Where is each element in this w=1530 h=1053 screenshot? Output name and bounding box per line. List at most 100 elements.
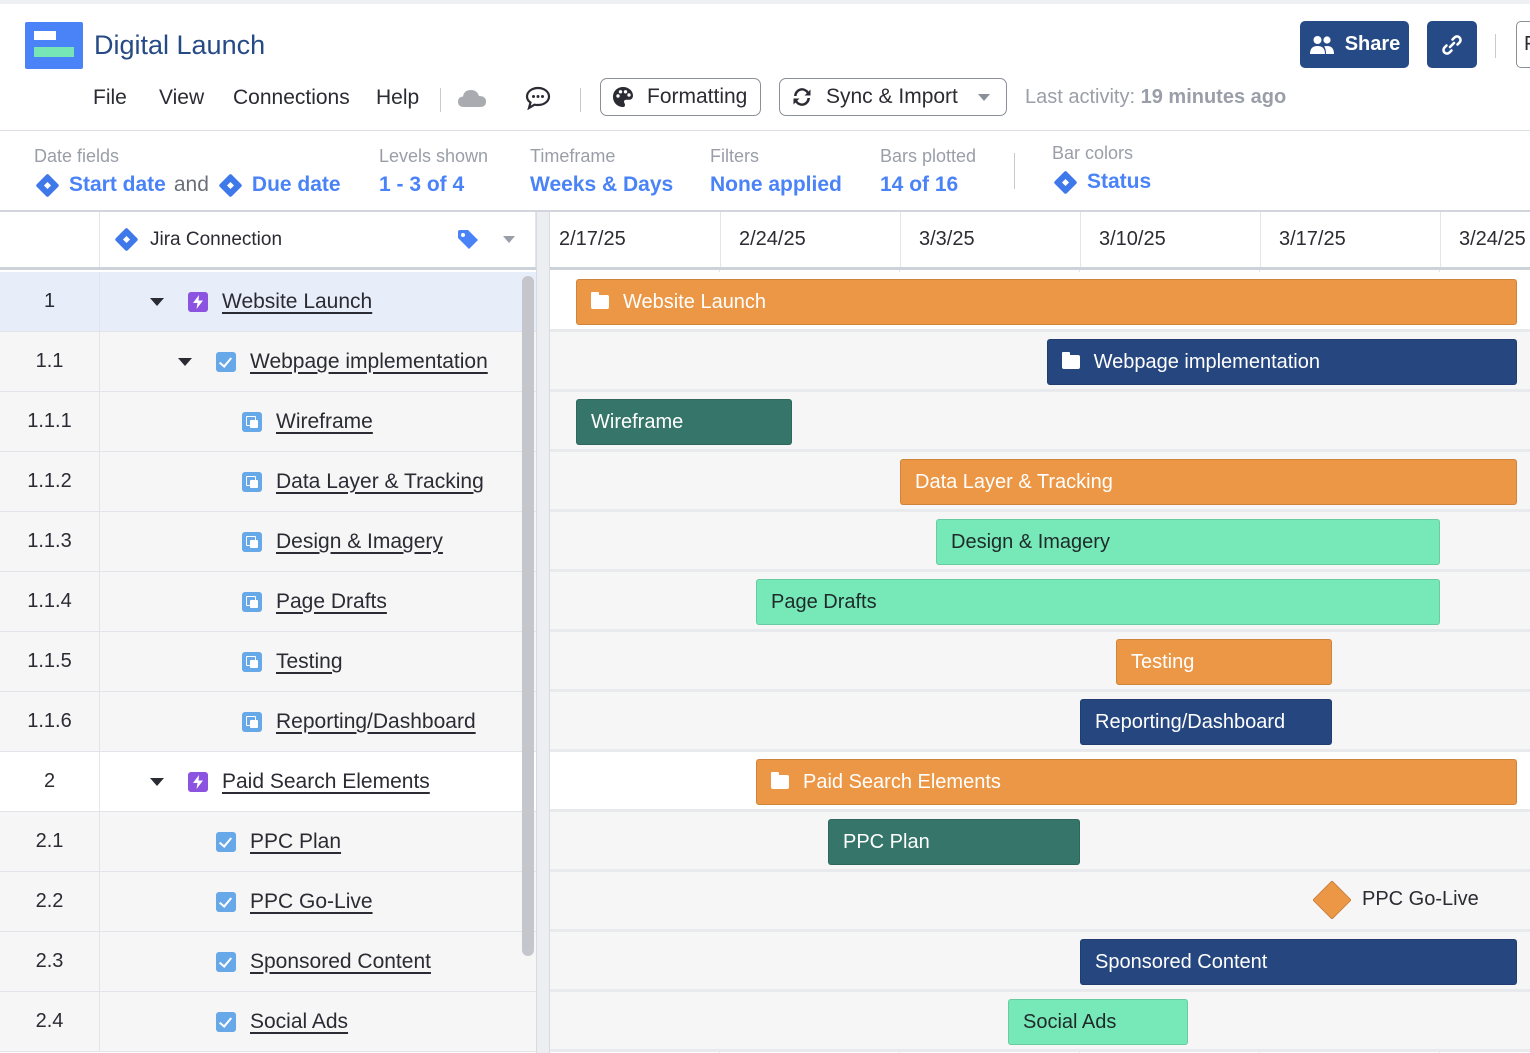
group-bar[interactable]: Website Launch (576, 279, 1518, 325)
task-bar[interactable]: Design & Imagery (936, 519, 1440, 565)
folder-icon (591, 292, 609, 309)
cloud-icon[interactable] (457, 88, 487, 108)
task-bar[interactable]: Wireframe (576, 399, 792, 445)
menu-help[interactable]: Help (376, 86, 419, 110)
comment-icon[interactable] (525, 86, 551, 110)
filters-label: Filters (710, 146, 759, 166)
timeline-lane (550, 692, 1530, 752)
task-checkbox-icon (216, 351, 236, 372)
task-bar[interactable]: Data Layer & Tracking (900, 459, 1518, 505)
bar-label: Testing (1131, 650, 1195, 673)
overflow-button[interactable]: F (1516, 21, 1530, 68)
share-button[interactable]: Share (1300, 21, 1409, 68)
task-checkbox-icon (216, 1011, 236, 1032)
task-checkbox-icon (216, 831, 236, 852)
group-bar[interactable]: Paid Search Elements (756, 759, 1518, 805)
timeframe-setting[interactable]: Timeframe Weeks & Days (530, 146, 673, 197)
expand-caret-icon[interactable] (150, 777, 164, 786)
task-link[interactable]: Website Launch (222, 290, 372, 314)
task-bar[interactable]: Sponsored Content (1080, 939, 1518, 985)
view-settings-bar: Date fields Start date and Due date Leve… (0, 131, 1530, 212)
chevron-down-icon[interactable] (503, 236, 515, 243)
week-header: 2/17/25 (540, 212, 720, 267)
epic-icon (188, 291, 208, 312)
jira-icon (35, 172, 60, 198)
task-link[interactable]: Testing (276, 650, 343, 674)
last-activity-label: Last activity: (1025, 86, 1136, 108)
bar-label: Sponsored Content (1095, 950, 1268, 973)
task-name-cell: Data Layer & Tracking (100, 452, 536, 512)
formatting-label: Formatting (647, 85, 748, 108)
task-link[interactable]: PPC Go-Live (250, 890, 373, 914)
task-link[interactable]: Reporting/Dashboard (276, 710, 476, 734)
task-name-cell: Website Launch (100, 272, 536, 332)
levels-label: Levels shown (379, 146, 489, 166)
due-date-field[interactable]: Due date (252, 173, 341, 197)
expand-caret-icon[interactable] (178, 357, 192, 366)
task-link[interactable]: Social Ads (250, 1010, 348, 1034)
bar-colors-value[interactable]: Status (1087, 170, 1151, 194)
filters-setting[interactable]: Filters None applied (710, 146, 842, 197)
task-row[interactable]: 2.2 PPC Go-Live (0, 872, 1530, 932)
task-link[interactable]: Sponsored Content (250, 950, 431, 974)
copy-link-button[interactable] (1427, 21, 1477, 68)
task-row[interactable]: 2.4 Social Ads (0, 992, 1530, 1052)
row-number: 2.1 (0, 812, 100, 872)
bar-colors-setting[interactable]: Bar colors Status (1052, 143, 1151, 195)
row-number: 1.1.5 (0, 632, 100, 692)
scrollbar[interactable] (522, 276, 534, 956)
last-activity: Last activity: 19 minutes ago (1025, 86, 1286, 109)
filters-value[interactable]: None applied (710, 173, 842, 197)
menu-file[interactable]: File (93, 86, 127, 110)
row-number: 1.1.3 (0, 512, 100, 572)
name-column-header[interactable]: Jira Connection (100, 212, 536, 267)
subtask-icon (242, 591, 262, 612)
levels-value[interactable]: 1 - 3 of 4 (379, 173, 488, 197)
row-number: 2 (0, 752, 100, 812)
sync-import-label: Sync & Import (826, 85, 958, 108)
task-link[interactable]: PPC Plan (250, 830, 341, 854)
levels-setting[interactable]: Levels shown 1 - 3 of 4 (379, 146, 488, 197)
task-bar[interactable]: Social Ads (1008, 999, 1188, 1045)
menu-view[interactable]: View (159, 86, 204, 110)
sync-import-button[interactable]: Sync & Import (779, 78, 1007, 116)
bars-plotted-value[interactable]: 14 of 16 (880, 173, 976, 197)
bar-label: Paid Search Elements (803, 770, 1001, 793)
task-link[interactable]: Page Drafts (276, 590, 387, 614)
subtask-icon (242, 471, 262, 492)
jira-icon (218, 172, 243, 198)
task-name-cell: Wireframe (100, 392, 536, 452)
panel-splitter[interactable] (536, 212, 550, 1053)
task-link[interactable]: Paid Search Elements (222, 770, 430, 794)
divider (1014, 153, 1015, 189)
group-bar[interactable]: Webpage implementation (1046, 339, 1518, 385)
timeframe-label: Timeframe (530, 146, 616, 166)
tag-icon[interactable] (457, 229, 479, 249)
task-name-cell: Testing (100, 632, 536, 692)
start-date-field[interactable]: Start date (69, 173, 166, 197)
date-fields-setting[interactable]: Date fields Start date and Due date (34, 146, 341, 198)
menu-connections[interactable]: Connections (233, 86, 350, 110)
timeframe-value[interactable]: Weeks & Days (530, 173, 673, 197)
task-bar[interactable]: Reporting/Dashboard (1080, 699, 1332, 745)
bars-plotted-label: Bars plotted (880, 146, 977, 166)
task-bar[interactable]: Testing (1116, 639, 1332, 685)
task-row[interactable]: 2.1 PPC Plan (0, 812, 1530, 872)
task-link[interactable]: Design & Imagery (276, 530, 443, 554)
task-link[interactable]: Webpage implementation (250, 350, 488, 374)
task-name-cell: Social Ads (100, 992, 536, 1052)
task-name-cell: Page Drafts (100, 572, 536, 632)
expand-caret-icon[interactable] (150, 297, 164, 306)
formatting-button[interactable]: Formatting (600, 78, 761, 116)
task-bar[interactable]: PPC Plan (828, 819, 1080, 865)
task-name-cell: Design & Imagery (100, 512, 536, 572)
task-link[interactable]: Wireframe (276, 410, 373, 434)
chevron-down-icon (977, 93, 990, 101)
bar-label: Reporting/Dashboard (1095, 710, 1286, 733)
bars-plotted-setting[interactable]: Bars plotted 14 of 16 (880, 146, 976, 197)
document-title[interactable]: Digital Launch (94, 30, 265, 61)
task-link[interactable]: Data Layer & Tracking (276, 470, 484, 494)
task-bar[interactable]: Page Drafts (756, 579, 1440, 625)
name-column-label: Jira Connection (150, 228, 283, 250)
date-fields-label: Date fields (34, 146, 120, 166)
